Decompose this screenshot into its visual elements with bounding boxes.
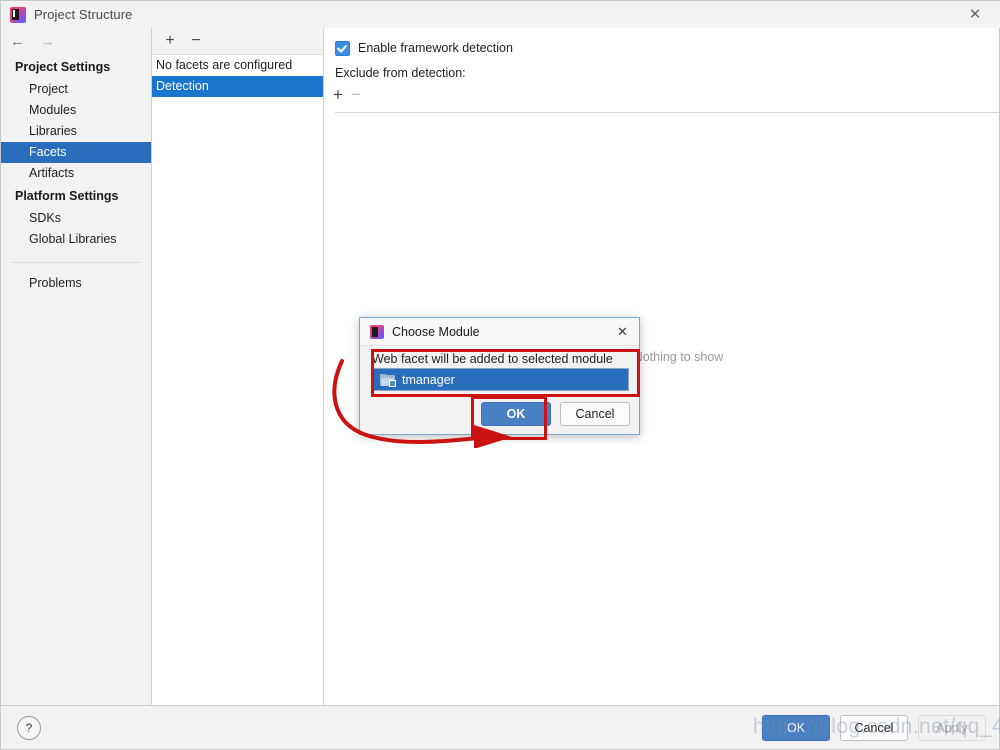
choose-module-title-bar: Choose Module ✕	[360, 318, 639, 346]
facets-empty-row: No facets are configured	[152, 55, 323, 76]
dialog-cancel-button[interactable]: Cancel	[560, 402, 630, 426]
choose-module-hint: Web facet will be added to selected modu…	[360, 346, 639, 368]
sidebar-group-platform-settings: Platform Settings	[1, 184, 151, 208]
module-list[interactable]: tmanager	[373, 368, 629, 391]
sidebar-divider	[11, 262, 141, 263]
arrow-left-icon[interactable]: ←	[10, 33, 25, 50]
enable-framework-detection-label: Enable framework detection	[358, 41, 513, 55]
enable-framework-detection-checkbox[interactable]	[335, 41, 350, 56]
choose-module-title: Choose Module	[392, 325, 480, 339]
facets-list-panel: + − No facets are configured Detection	[152, 28, 324, 707]
exclude-toolbar: + −	[333, 86, 999, 103]
sidebar-group-project-settings: Project Settings	[1, 55, 151, 79]
choose-module-buttons: OK Cancel	[481, 402, 630, 426]
page-title: Project Structure	[34, 7, 133, 22]
ok-button[interactable]: OK	[762, 715, 830, 741]
sidebar-item-modules[interactable]: Modules	[1, 100, 151, 121]
sidebar-item-sdks[interactable]: SDKs	[1, 208, 151, 229]
sidebar-item-libraries[interactable]: Libraries	[1, 121, 151, 142]
plus-icon[interactable]: +	[160, 31, 180, 51]
intellij-idea-icon	[10, 7, 26, 23]
sidebar-item-project[interactable]: Project	[1, 79, 151, 100]
module-folder-icon	[380, 374, 395, 386]
plus-icon[interactable]: +	[333, 86, 343, 103]
enable-framework-detection-row[interactable]: Enable framework detection	[335, 38, 999, 58]
settings-sidebar: ← → Project Settings Project Modules Lib…	[1, 28, 152, 707]
close-icon[interactable]: ✕	[615, 324, 630, 339]
choose-module-dialog: Choose Module ✕ Web facet will be added …	[359, 317, 640, 435]
detection-settings-header: Enable framework detection Exclude from …	[324, 28, 999, 113]
dialog-ok-button[interactable]: OK	[481, 402, 551, 426]
bottom-action-bar: ? OK Cancel Apply	[1, 705, 999, 749]
nav-arrows: ← →	[1, 28, 151, 55]
minus-icon[interactable]: −	[351, 86, 361, 103]
exclude-from-detection-label: Exclude from detection:	[335, 66, 999, 80]
title-bar: Project Structure ✕	[1, 1, 1000, 28]
empty-state-message: Nothing to show	[634, 350, 724, 364]
module-name-label: tmanager	[402, 373, 455, 387]
arrow-right-icon[interactable]: →	[40, 33, 55, 50]
cancel-button[interactable]: Cancel	[840, 715, 908, 741]
apply-button: Apply	[918, 715, 986, 741]
close-icon[interactable]: ✕	[953, 1, 997, 28]
list-item[interactable]: tmanager	[374, 369, 628, 390]
bottom-buttons: OK Cancel Apply	[762, 715, 986, 741]
sidebar-item-problems[interactable]: Problems	[1, 273, 151, 294]
help-icon[interactable]: ?	[17, 716, 41, 740]
intellij-idea-icon	[370, 325, 384, 339]
project-structure-window: Project Structure ✕ ← → Project Settings…	[0, 0, 1000, 750]
minus-icon[interactable]: −	[186, 31, 206, 51]
facets-toolbar: + −	[152, 28, 323, 55]
sidebar-item-artifacts[interactable]: Artifacts	[1, 163, 151, 184]
sidebar-item-global-libraries[interactable]: Global Libraries	[1, 229, 151, 250]
facets-row-detection[interactable]: Detection	[152, 76, 323, 97]
sidebar-item-facets[interactable]: Facets	[1, 142, 151, 163]
